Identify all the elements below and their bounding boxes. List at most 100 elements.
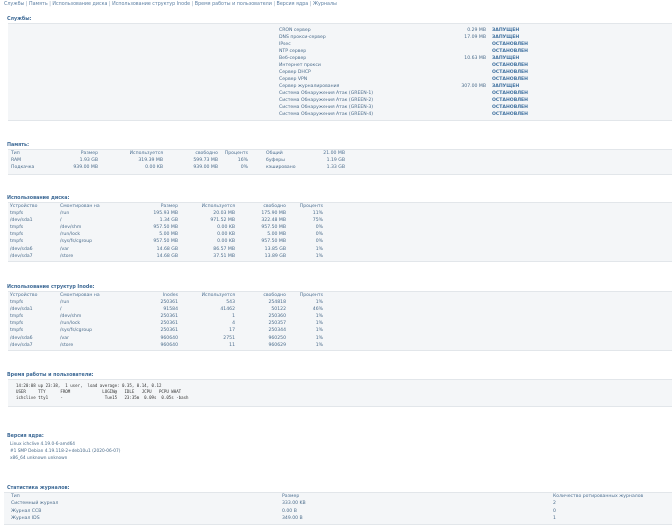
logs-header-cell: Количество ротированных журналов bbox=[553, 494, 644, 499]
disk-cell: 5.00 MB bbox=[267, 232, 286, 238]
logs-cell: 2 bbox=[553, 501, 556, 506]
inode-cell: /dev/shm bbox=[60, 313, 82, 319]
service-status: ЗАПУЩЕН bbox=[492, 35, 520, 40]
memory-cell: 939.00 MB bbox=[73, 165, 98, 170]
services-title: Службы: bbox=[7, 17, 32, 22]
inode-cell: 1% bbox=[315, 335, 323, 341]
disk-row: /dev/sda1 / 1.34 GB 971.52 MB 322.48 MB 75% bbox=[8, 218, 672, 224]
service-row: CRON сервер 0.29 MB ЗАПУЩЕН bbox=[8, 28, 672, 34]
inode-cell: tmpfs bbox=[10, 313, 24, 319]
service-status: ОСТАНОВЛЕН bbox=[492, 112, 529, 117]
inode-header-cell: Процентs bbox=[299, 293, 323, 298]
memory-cell: 1.33 GB bbox=[326, 165, 345, 170]
disk-cell: 957.50 MB bbox=[261, 224, 286, 230]
memory-cell: 1.19 GB bbox=[326, 158, 345, 163]
disk-cell: 322.48 MB bbox=[261, 217, 286, 223]
inode-cell: 960640 bbox=[160, 342, 178, 348]
service-name: Сервер журналирования bbox=[279, 84, 340, 89]
nav-link-services[interactable]: Службы bbox=[4, 2, 24, 7]
nav-link-memory[interactable]: Память bbox=[29, 2, 48, 7]
inode-cell: 543 bbox=[226, 299, 235, 305]
disk-cell: 957.50 MB bbox=[153, 224, 178, 230]
logs-cell: 349.00 B bbox=[282, 516, 303, 521]
disk-cell: 37.51 MB bbox=[213, 253, 235, 259]
service-memory: 0.29 MB bbox=[467, 28, 486, 33]
inode-header-cell: Inodes bbox=[162, 293, 178, 298]
inode-header-cell: Используется bbox=[201, 293, 235, 298]
service-memory: 307.00 MB bbox=[461, 84, 486, 89]
disk-cell: 0% bbox=[315, 224, 323, 230]
nav-link-uptime[interactable]: Время работы и пользователи bbox=[195, 2, 272, 7]
inode-cell: 1% bbox=[315, 342, 323, 348]
memory-cell: 16% bbox=[237, 158, 248, 163]
service-row: Система Обнаружения Атак (GREEN-2) ОСТАНО… bbox=[8, 98, 672, 104]
service-status: ЗАПУЩЕН bbox=[492, 28, 520, 33]
disk-cell: /dev/sda7 bbox=[10, 253, 33, 259]
inode-row: tmpfs/sys/fs/cgroup 250361 17 250344 1% bbox=[8, 328, 672, 334]
disk-header-cell: свободно bbox=[263, 204, 286, 209]
disk-cell: /sys/fs/cgroup bbox=[60, 239, 93, 245]
inode-header-cell: Смонтирован на bbox=[60, 293, 100, 298]
disk-row: tmpfs/run/lock 5.00 MB 0.00 KB 5.00 MB 0% bbox=[8, 232, 672, 238]
inode-row: tmpfs/run/lock 250361 4 250357 1% bbox=[8, 321, 672, 327]
service-name: Веб-сервер bbox=[279, 56, 307, 61]
service-status: ОСТАНОВЛЕН bbox=[492, 49, 529, 54]
logs-cell: 1 bbox=[553, 516, 556, 521]
service-status: ОСТАНОВЛЕН bbox=[492, 105, 529, 110]
disk-cell: 86.57 MB bbox=[213, 246, 235, 252]
memory-cell: 319.39 MB bbox=[138, 158, 163, 163]
service-status: ОСТАНОВЛЕН bbox=[492, 91, 529, 96]
service-name: Система Обнаружения Атак (GREEN-2) bbox=[279, 98, 374, 103]
inode-cell: 250344 bbox=[268, 328, 286, 334]
service-row: Сервер VPN ОСТАНОВЛЕН bbox=[8, 77, 672, 83]
service-row: Система Обнаружения Атак (GREEN-3) ОСТАНО… bbox=[8, 105, 672, 111]
inode-cell: 50122 bbox=[271, 306, 286, 312]
disk-cell: 20.03 MB bbox=[213, 210, 235, 216]
service-status: ОСТАНОВЛЕН bbox=[492, 70, 529, 75]
logs-row: Журнал CCB 0.00 B 0 bbox=[4, 509, 672, 515]
disk-row: /dev/sda7/store 14.68 GB 37.51 MB 13.89 GB 1… bbox=[8, 254, 672, 260]
kernel-title: Версия ядра: bbox=[7, 434, 44, 439]
inode-cell: 960629 bbox=[268, 342, 286, 348]
service-name: Сервер VPN bbox=[279, 77, 308, 82]
disk-cell: 195.93 MB bbox=[153, 210, 178, 216]
disk-cell: 0% bbox=[315, 232, 323, 238]
nav-link-inode[interactable]: Использование структур Inode bbox=[112, 2, 190, 7]
services-panel: CRON сервер 0.29 MB ЗАПУЩЕН DNS прокси-серв… bbox=[8, 23, 672, 121]
disk-cell: 0% bbox=[315, 239, 323, 245]
disk-cell: 971.52 MB bbox=[210, 217, 235, 223]
service-name: Система Обнаружения Атак (GREEN-3) bbox=[279, 105, 374, 110]
disk-cell: 957.50 MB bbox=[261, 239, 286, 245]
inode-cell: 1% bbox=[315, 321, 323, 327]
inode-cell: tmpfs bbox=[10, 321, 24, 327]
inode-cell: 250361 bbox=[160, 328, 178, 334]
nav-link-kernel[interactable]: Версия ядра bbox=[277, 2, 309, 7]
logs-cell: Журнал IDS bbox=[11, 516, 40, 521]
memory-header-cell: Общий bbox=[266, 151, 283, 156]
service-row: Сервер DHCP ОСТАНОВЛЕН bbox=[8, 70, 672, 76]
service-status: ЗАПУЩЕН bbox=[492, 84, 520, 89]
service-row: NTP сервер ОСТАНОВЛЕН bbox=[8, 49, 672, 55]
disk-cell: 5.00 MB bbox=[159, 232, 178, 238]
nav-link-logs[interactable]: Журналы bbox=[313, 2, 337, 7]
disk-cell: tmpfs bbox=[10, 239, 24, 245]
logs-cell: 333.00 KB bbox=[282, 501, 306, 506]
service-row: Веб-сервер 10.63 MB ЗАПУЩЕН bbox=[8, 56, 672, 62]
inode-title: Использование структур Inode: bbox=[7, 285, 95, 290]
service-row: Интернет прокси ОСТАНОВЛЕН bbox=[8, 63, 672, 69]
service-row: Система Обнаружения Атак (GREEN-4) ОСТАНО… bbox=[8, 112, 672, 118]
disk-cell: /dev/sda6 bbox=[10, 246, 33, 252]
disk-row: /dev/sda6/var 14.68 GB 86.57 MB 13.85 GB 1% bbox=[8, 247, 672, 253]
disk-panel: Устройство Смонтирован на Размер Использует… bbox=[8, 202, 672, 262]
service-status: ОСТАНОВЛЕН bbox=[492, 98, 529, 103]
inode-cell: 250357 bbox=[268, 321, 286, 327]
inode-cell: 250360 bbox=[268, 313, 286, 319]
logs-header-cell: Тип bbox=[11, 494, 20, 499]
inode-row: /dev/sda1 / 91584 41462 50122 46% bbox=[8, 307, 672, 313]
nav-link-disk[interactable]: Использование диска bbox=[52, 2, 107, 7]
memory-cell: 599.73 MB bbox=[193, 158, 218, 163]
disk-header-cell: Размер bbox=[160, 204, 178, 209]
logs-title: Статистика журналов: bbox=[7, 486, 70, 491]
memory-header-cell: Процентs bbox=[224, 151, 248, 156]
inode-header-cell: Устройство bbox=[10, 293, 38, 298]
